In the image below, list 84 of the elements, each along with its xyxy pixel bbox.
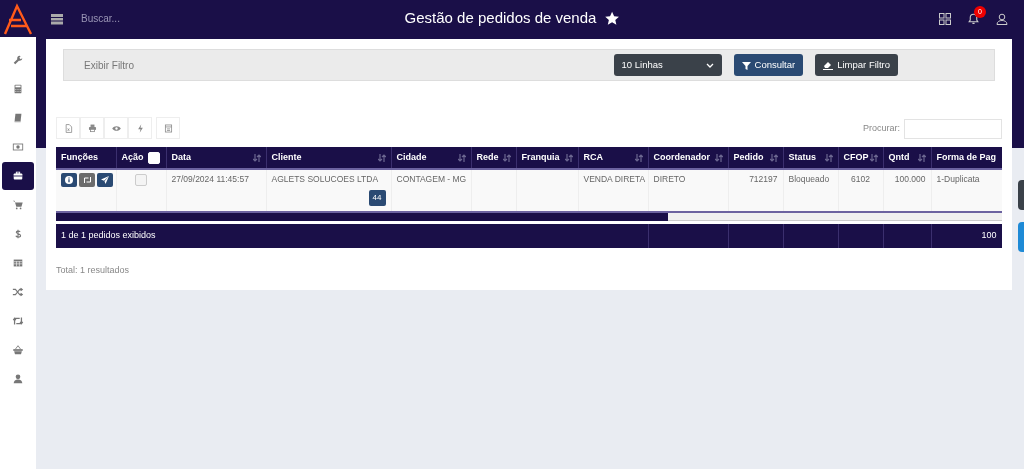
grid-icon[interactable] (939, 12, 951, 25)
briefcase-icon (12, 170, 24, 182)
table-cell: Bloqueado (788, 174, 830, 184)
sort-icon[interactable] (564, 153, 573, 162)
select-all-checkbox[interactable] (147, 151, 160, 164)
sort-icon[interactable] (377, 153, 386, 162)
column-header[interactable]: Cidade (391, 147, 471, 169)
filter-icon (741, 60, 751, 70)
table-cell: 100 (981, 230, 997, 241)
sort-icon[interactable] (634, 153, 643, 162)
table-cell: 712197 (749, 174, 778, 184)
wrench-icon (12, 54, 24, 66)
money-icon (12, 141, 24, 153)
columns-icon (162, 122, 174, 134)
count-badge: 44 (368, 189, 386, 206)
sort-icon[interactable] (769, 153, 778, 162)
column-header[interactable]: Pedido (728, 147, 783, 169)
table-search-field[interactable] (904, 119, 1002, 139)
table-cell: VENDA DIRETA (583, 174, 646, 184)
logo (1, 1, 35, 36)
basket-icon (12, 344, 24, 356)
search-label: Procurar: (863, 122, 900, 136)
file-icon-button[interactable] (56, 117, 80, 139)
search-field[interactable]: Buscar... (79, 10, 279, 27)
user-icon (12, 373, 24, 385)
sort-icon[interactable] (917, 153, 926, 162)
file-icon (62, 122, 74, 134)
print-icon (86, 122, 98, 134)
total-results: Total: 1 resultados (56, 264, 131, 277)
column-header[interactable]: CFOP (838, 147, 883, 169)
table-cell: CONTAGEM - MG (396, 174, 467, 184)
send-button[interactable] (97, 173, 113, 187)
column-header: Forma de Pag (931, 147, 1002, 169)
table-cell: DIRETO (653, 174, 686, 184)
caret-icon (705, 61, 714, 69)
retweet-icon (82, 176, 92, 184)
clear-filter-button[interactable]: Limpar Filtro (815, 54, 898, 76)
user-icon[interactable] (996, 12, 1008, 25)
star-icon[interactable] (604, 11, 620, 26)
table-cell: 27/09/2024 11:45:57 (171, 174, 249, 184)
column-header[interactable]: Qntd (883, 147, 931, 169)
column-header[interactable]: Status (783, 147, 838, 169)
column-header[interactable]: Franquia (516, 147, 578, 169)
cart-icon (12, 199, 24, 211)
column-header[interactable]: Data (166, 147, 266, 169)
column-header[interactable]: Cliente (266, 147, 391, 169)
sort-icon[interactable] (714, 153, 723, 162)
sort-icon[interactable] (457, 153, 466, 162)
shuffle-icon (12, 286, 24, 298)
column-header[interactable]: Coordenador (648, 147, 728, 169)
table-cell: 1-Duplicata (936, 174, 980, 184)
bell-icon[interactable] (967, 12, 980, 25)
rows-select[interactable]: 10 Linhas (613, 54, 722, 76)
page-title: Gestão de pedidos de venda (404, 8, 597, 29)
table-cell: AGLETS SOLUCOES LTDA (271, 174, 379, 184)
eye-icon-button[interactable] (104, 117, 128, 139)
info-button[interactable] (61, 173, 77, 187)
column-header: Funções (56, 147, 116, 169)
row-checkbox[interactable] (135, 173, 147, 186)
table-cell: 6102 (851, 174, 870, 184)
retweet-button[interactable] (79, 173, 95, 187)
book-icon (12, 112, 24, 124)
calculator-icon (12, 83, 24, 95)
retweet-icon (12, 315, 24, 327)
sidebar-item[interactable] (2, 162, 34, 190)
eraser-icon (823, 60, 834, 70)
sort-icon[interactable] (502, 153, 511, 162)
table-summary: 1 de 1 pedidos exibidos (61, 230, 156, 241)
scrollbar[interactable] (56, 211, 1002, 221)
sort-icon[interactable] (252, 153, 261, 162)
print-icon-button[interactable] (80, 117, 104, 139)
sort-icon[interactable] (824, 153, 833, 162)
table-icon (12, 257, 24, 269)
column-header[interactable]: Rede (471, 147, 516, 169)
info-icon (65, 176, 73, 184)
columns-icon-button[interactable] (156, 117, 180, 139)
scrollbar-thumb[interactable] (56, 213, 668, 221)
column-header[interactable]: RCA (578, 147, 648, 169)
table-cell: 100.000 (894, 174, 926, 184)
send-icon (101, 176, 109, 184)
search-button[interactable]: Consultar (733, 54, 804, 76)
sort-icon[interactable] (869, 153, 878, 162)
column-header: Ação (116, 147, 166, 169)
show-filter-link[interactable]: Exibir Filtro (84, 57, 134, 73)
